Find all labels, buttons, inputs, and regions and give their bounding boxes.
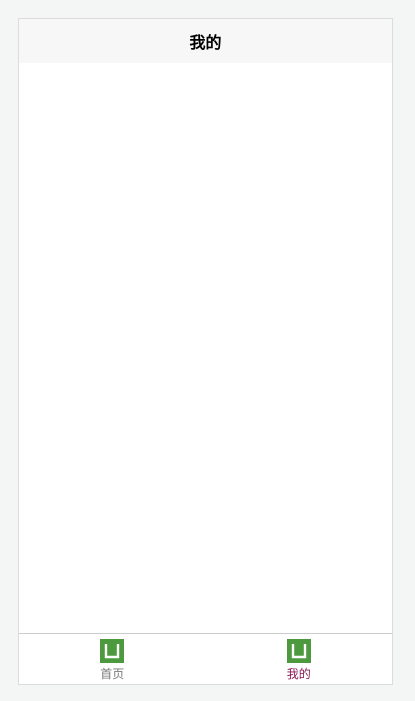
phone-frame: 我的 首页 我的 bbox=[18, 18, 393, 685]
tab-bar: 首页 我的 bbox=[19, 633, 392, 684]
page-title: 我的 bbox=[189, 33, 222, 52]
tab-mine-label: 我的 bbox=[286, 667, 311, 681]
navigation-bar: 我的 bbox=[19, 19, 392, 63]
tab-home-label: 首页 bbox=[100, 667, 125, 681]
home-tab-icon bbox=[100, 639, 125, 663]
tab-mine[interactable]: 我的 bbox=[206, 634, 393, 684]
mine-tab-icon bbox=[286, 639, 311, 663]
page-content bbox=[19, 63, 392, 633]
tab-home[interactable]: 首页 bbox=[19, 634, 206, 684]
